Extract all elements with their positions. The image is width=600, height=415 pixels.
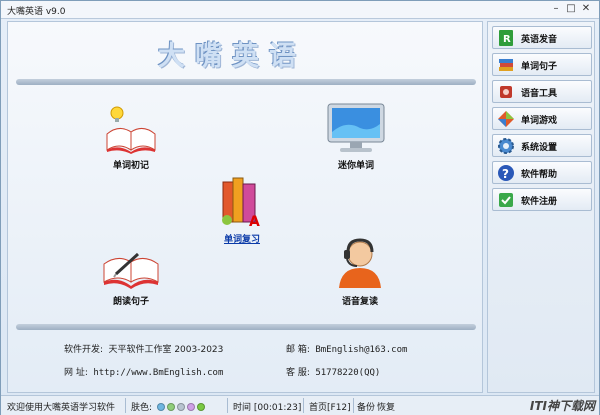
feature-word-review-label: 单词复习: [223, 235, 260, 245]
help-icon: ?: [498, 165, 514, 181]
window-title: 大嘴英语 v9.0: [7, 7, 66, 17]
sidebar-item-label: 软件帮助: [521, 170, 558, 180]
svg-text:A: A: [249, 214, 260, 228]
sidebar-item-label: 单词游戏: [521, 116, 558, 126]
skin-color-option[interactable]: [176, 403, 185, 411]
backup-link[interactable]: 备份: [357, 400, 375, 413]
sidebar-item-label: 软件注册: [521, 197, 558, 207]
sidebar-item-voice-tools[interactable]: 语音工具: [492, 80, 592, 103]
feature-read-sentence[interactable]: 朗读句子: [96, 244, 166, 307]
sidebar-item-word-game[interactable]: 单词游戏: [492, 107, 592, 130]
books-icon: A: [222, 177, 260, 228]
bottom-divider: [16, 324, 476, 330]
developer-label: 软件开发:: [64, 345, 104, 355]
status-separator: [125, 398, 126, 413]
status-separator: [303, 398, 304, 413]
status-separator: [227, 398, 228, 413]
feature-read-sentence-label: 朗读句子: [112, 297, 149, 307]
email-info: 邮 箱: BmEnglish@163.com: [286, 342, 407, 355]
app-title: 大嘴英语: [158, 41, 306, 72]
restore-link[interactable]: 恢复: [377, 400, 395, 413]
status-time: 时间 [00:01:23]: [233, 400, 301, 413]
sidebar-item-pronunciation[interactable]: R 英语发音: [492, 26, 592, 49]
feature-voice-repeat[interactable]: 语音复读: [328, 236, 392, 307]
developer-value: 天平软件工作室 2003-2023: [108, 345, 224, 355]
status-bar: 欢迎使用大嘴英语学习软件 肤色: 时间 [00:01:23] 首页[F12] 备…: [1, 395, 599, 415]
skin-color-option[interactable]: [166, 403, 175, 411]
maximize-icon[interactable]: □: [564, 2, 578, 16]
minimize-icon[interactable]: –: [549, 2, 563, 16]
svg-text:R: R: [503, 34, 511, 45]
developer-info: 软件开发: 天平软件工作室 2003-2023: [64, 342, 223, 355]
email-value: BmEnglish@163.com: [315, 345, 408, 355]
website-info: 网 址: http://www.BmEnglish.com: [64, 365, 223, 378]
puzzle-icon: [498, 111, 514, 127]
website-value: http://www.BmEnglish.com: [93, 368, 224, 378]
headset-person-icon: [339, 238, 381, 288]
sidebar-item-settings[interactable]: 系统设置: [492, 134, 592, 157]
time-value: [00:01:23]: [253, 403, 302, 413]
sidebar-item-label: 英语发音: [521, 35, 558, 45]
feature-voice-repeat-label: 语音复读: [341, 297, 378, 307]
feature-word-first[interactable]: 单词初记: [96, 104, 166, 171]
close-icon[interactable]: ✕: [579, 2, 593, 16]
top-divider: [16, 79, 476, 85]
service-value: 51778220(QQ): [315, 368, 381, 378]
status-separator: [353, 398, 354, 413]
main-panel: 大嘴英语 单词初记 迷你单词 A 单词复习 朗读句子 语音复读 软件开发: 天平…: [7, 21, 483, 393]
book-pen-icon: [103, 252, 159, 289]
feature-mini-word-label: 迷你单词: [337, 161, 374, 171]
sidebar: R 英语发音 单词句子 语音工具 单词游戏 系统设置 ? 软件帮助 软件注册: [487, 21, 595, 393]
monitor-icon: [327, 103, 385, 152]
feature-mini-word[interactable]: 迷你单词: [320, 102, 392, 171]
book-stack-icon: [499, 59, 513, 71]
email-label: 邮 箱:: [286, 345, 310, 355]
skin-color-option[interactable]: [196, 403, 205, 411]
r-book-icon: R: [499, 30, 513, 46]
sidebar-item-register[interactable]: 软件注册: [492, 188, 592, 211]
sidebar-item-label: 语音工具: [521, 89, 558, 99]
svg-text:?: ?: [502, 167, 509, 181]
feature-word-first-label: 单词初记: [112, 161, 149, 171]
sidebar-item-label: 系统设置: [521, 143, 558, 153]
skin-color-dots: [155, 403, 205, 413]
skin-color-option[interactable]: [156, 403, 165, 411]
app-window: 大嘴英语 v9.0 – □ ✕ 大嘴英语 单词初记 迷你单词 A 单词复习 朗读…: [0, 0, 600, 415]
sidebar-item-word-sentence[interactable]: 单词句子: [492, 53, 592, 76]
website-label: 网 址:: [64, 368, 88, 378]
skin-selector: 肤色:: [131, 400, 205, 413]
sidebar-item-help[interactable]: ? 软件帮助: [492, 161, 592, 184]
status-welcome: 欢迎使用大嘴英语学习软件: [7, 403, 116, 413]
sidebar-item-label: 单词句子: [521, 62, 558, 72]
gear-icon: [498, 138, 514, 154]
skin-label: 肤色:: [131, 403, 153, 413]
home-link[interactable]: 首页[F12]: [309, 400, 351, 413]
time-label: 时间: [233, 403, 252, 413]
open-book-icon: [106, 106, 156, 154]
feature-word-review[interactable]: A 单词复习: [212, 174, 272, 245]
speaker-icon: [500, 86, 512, 98]
skin-color-option[interactable]: [186, 403, 195, 411]
register-icon: [499, 193, 513, 207]
watermark-logo: ITI神下载网: [529, 399, 595, 413]
service-info: 客 服: 51778220(QQ): [286, 365, 380, 378]
title-bar: 大嘴英语 v9.0 – □ ✕: [1, 1, 599, 19]
service-label: 客 服:: [286, 368, 310, 378]
